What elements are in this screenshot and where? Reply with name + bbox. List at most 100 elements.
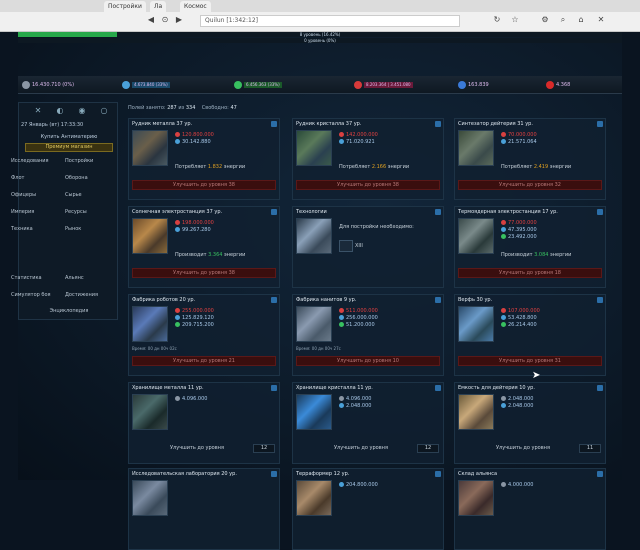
browser-tab-2[interactable]: Ла <box>150 1 167 12</box>
browser-tab-1[interactable]: Постройки <box>104 1 146 12</box>
building-title[interactable]: Верфь 30 ур. <box>458 297 598 303</box>
star-icon[interactable]: ☆ <box>510 15 520 25</box>
building-image[interactable] <box>458 218 494 254</box>
building-title[interactable]: Хранилище кристалла 11 ур. <box>296 385 436 391</box>
moon-icon[interactable]: ◐ <box>55 106 65 116</box>
upgrade-button[interactable]: Улучшить до уровня 21 <box>132 356 276 366</box>
upgrade-button[interactable]: Улучшить до уровня 38 <box>132 180 276 190</box>
menu-stats[interactable]: Статистика <box>11 274 42 282</box>
premium-shop-button[interactable]: Премиум магазин <box>25 143 113 152</box>
home-icon[interactable]: ⊙ <box>160 15 170 25</box>
upgrade-button[interactable]: Улучшить до уровня 38 <box>132 268 276 278</box>
building-image[interactable] <box>458 394 494 430</box>
building-image[interactable] <box>296 306 332 342</box>
info-icon[interactable] <box>435 385 441 391</box>
building-image[interactable] <box>132 394 168 430</box>
menu-market[interactable]: Рынок <box>65 225 81 233</box>
info-icon[interactable] <box>597 297 603 303</box>
building-image[interactable] <box>296 394 332 430</box>
building-image[interactable] <box>132 130 168 166</box>
building-title[interactable]: Термоядерная электростанция 17 ур. <box>458 209 598 215</box>
resource-dm[interactable]: 163.839 <box>458 80 489 90</box>
fields-summary: Полей занято: 287 из 334 Свободно: 47 <box>128 102 622 114</box>
building-image[interactable] <box>458 306 494 342</box>
buy-antimatter-link[interactable]: Купить Антиматерию <box>21 134 117 140</box>
reload-icon[interactable]: ↻ <box>492 15 502 25</box>
upgrade-button[interactable]: Улучшить до уровня 10 <box>296 356 440 366</box>
building-image[interactable] <box>296 130 332 166</box>
home2-icon[interactable]: ⌂ <box>576 15 586 25</box>
browser-tab-3[interactable]: Космос <box>180 1 211 12</box>
building-title[interactable]: Технологии <box>296 209 436 215</box>
back-icon[interactable]: ◀ <box>146 15 156 25</box>
building-image[interactable] <box>132 218 168 254</box>
building-image[interactable] <box>458 130 494 166</box>
menu-tech[interactable]: Техника <box>11 225 33 233</box>
building-image[interactable] <box>458 480 494 516</box>
building-title[interactable]: Солнечная электростанция 37 ур. <box>132 209 272 215</box>
building-title[interactable]: Фабрика нанитов 9 ур. <box>296 297 436 303</box>
building-title[interactable]: Фабрика роботов 20 ур. <box>132 297 272 303</box>
info-icon[interactable] <box>435 471 441 477</box>
info-icon[interactable] <box>271 471 277 477</box>
building-title[interactable]: Терраформер 12 ур. <box>296 471 436 477</box>
upgrade-button[interactable]: Улучшить до уровня 18 <box>458 268 602 278</box>
info-icon[interactable] <box>435 209 441 215</box>
resource-crystal[interactable]: 4.673.840 (33%) <box>122 80 170 90</box>
menu-fleet[interactable]: Флот <box>11 174 24 182</box>
info-icon[interactable] <box>271 297 277 303</box>
menu-empire[interactable]: Империя <box>11 208 34 216</box>
search-icon[interactable]: ⌕ <box>558 15 568 25</box>
building-title[interactable]: Рудник кристалла 37 ур. <box>296 121 436 127</box>
upgrade-button[interactable]: Улучшить до уровня 31 <box>458 356 602 366</box>
menu-research[interactable]: Исследования <box>11 157 49 165</box>
upgrade-level-input[interactable]: 11 <box>579 444 601 453</box>
menu-raw[interactable]: Сырье <box>65 191 82 199</box>
info-icon[interactable] <box>271 121 277 127</box>
building-title[interactable]: Рудник металла 37 ур. <box>132 121 272 127</box>
building-image[interactable] <box>132 306 168 342</box>
eye-icon[interactable]: ◉ <box>77 106 87 116</box>
menu-buildings[interactable]: Постройки <box>65 157 93 165</box>
info-icon[interactable] <box>597 471 603 477</box>
upgrade-level-input[interactable]: 12 <box>417 444 439 453</box>
circle-icon[interactable]: ○ <box>99 106 109 116</box>
info-icon[interactable] <box>597 209 603 215</box>
building-title[interactable]: Склад альянса <box>458 471 598 477</box>
resource-other[interactable]: 4.368 <box>546 80 570 90</box>
building-image[interactable] <box>132 480 168 516</box>
building-image[interactable] <box>296 218 332 254</box>
info-icon[interactable] <box>435 121 441 127</box>
menu-alliance[interactable]: Альянс <box>65 274 84 282</box>
menu-defense[interactable]: Оборона <box>65 174 88 182</box>
x-icon[interactable]: ✕ <box>33 106 43 116</box>
info-icon[interactable] <box>597 385 603 391</box>
close-icon[interactable]: ✕ <box>596 15 606 25</box>
resource-deuterium[interactable]: 6.456.363 (33%) <box>234 80 282 90</box>
menu-achievements[interactable]: Достижения <box>65 291 98 299</box>
info-icon[interactable] <box>271 385 277 391</box>
resource-energy[interactable]: 8.203.364 | 3.451.080 <box>354 80 413 90</box>
building-title[interactable]: Хранилище металла 11 ур. <box>132 385 272 391</box>
upgrade-level-input[interactable]: 12 <box>253 444 275 453</box>
building-image[interactable] <box>296 480 332 516</box>
fields-of: из <box>178 105 185 111</box>
resource-metal[interactable]: 16.430.710 (0%) <box>22 80 74 90</box>
upgrade-button[interactable]: Улучшить до уровня 38 <box>296 180 440 190</box>
info-icon[interactable] <box>271 209 277 215</box>
forward-icon[interactable]: ▶ <box>174 15 184 25</box>
info-icon[interactable] <box>597 121 603 127</box>
menu-resources[interactable]: Ресурсы <box>65 208 87 216</box>
resource-icon <box>339 308 344 313</box>
upgrade-button[interactable]: Улучшить до уровня 32 <box>458 180 602 190</box>
requirement-icon[interactable] <box>339 240 353 252</box>
menu-simulator[interactable]: Симулятор боя <box>11 291 51 299</box>
address-bar[interactable]: Quilun [1:342:12] <box>200 15 460 27</box>
menu-encyclopedia[interactable]: Энциклопедия <box>19 308 119 314</box>
menu-officers[interactable]: Офицеры <box>11 191 36 199</box>
building-title[interactable]: Исследовательская лаборатория 20 ур. <box>132 471 272 477</box>
building-title[interactable]: Синтезатор дейтерия 31 ур. <box>458 121 598 127</box>
building-title[interactable]: Ёмкость для дейтерия 10 ур. <box>458 385 598 391</box>
settings-icon[interactable]: ⚙ <box>540 15 550 25</box>
info-icon[interactable] <box>435 297 441 303</box>
